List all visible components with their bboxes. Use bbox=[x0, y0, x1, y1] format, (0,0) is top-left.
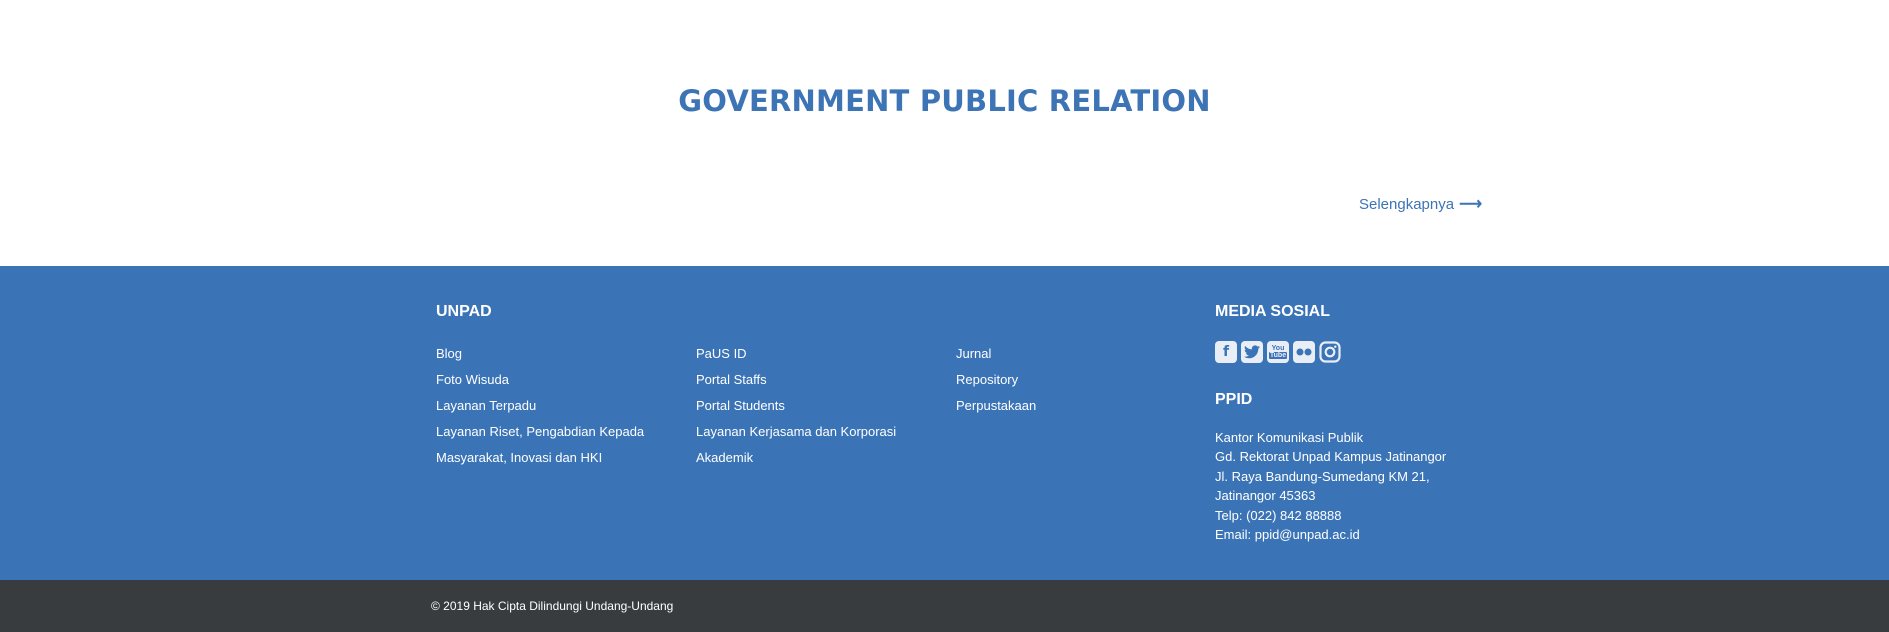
read-more-link[interactable]: Selengkapnya ⟶ bbox=[1359, 194, 1482, 214]
ppid-address-line: Gd. Rektorat Unpad Kampus Jatinangor bbox=[1215, 449, 1447, 464]
instagram-icon[interactable] bbox=[1319, 341, 1341, 363]
social-icons: f You Tube bbox=[1215, 341, 1341, 363]
footer-link-perpustakaan[interactable]: Perpustakaan bbox=[956, 398, 1036, 413]
copyright-bar: © 2019 Hak Cipta Dilindungi Undang-Undan… bbox=[0, 580, 1889, 632]
footer-link-blog[interactable]: Blog bbox=[436, 346, 462, 361]
footer-link-layanan-terpadu[interactable]: Layanan Terpadu bbox=[436, 398, 536, 413]
ppid-address-line: Jatinangor 45363 bbox=[1215, 488, 1316, 503]
footer-link-portal-staffs[interactable]: Portal Staffs bbox=[696, 372, 767, 387]
footer-heading-unpad: UNPAD bbox=[436, 303, 492, 320]
footer-link-repository[interactable]: Repository bbox=[956, 372, 1018, 387]
ppid-email[interactable]: Email: ppid@unpad.ac.id bbox=[1215, 527, 1360, 542]
section-title: GOVERNMENT PUBLIC RELATION bbox=[678, 84, 1211, 118]
ppid-address-line: Kantor Komunikasi Publik bbox=[1215, 430, 1364, 445]
footer-link-layanan-riset-cont[interactable]: Masyarakat, Inovasi dan HKI bbox=[436, 450, 602, 465]
footer-link-layanan-riset[interactable]: Layanan Riset, Pengabdian Kepada bbox=[436, 424, 644, 439]
ppid-phone: Telp: (022) 842 88888 bbox=[1215, 508, 1342, 523]
footer-heading-media-sosial: MEDIA SOSIAL bbox=[1215, 303, 1330, 320]
footer-link-kerjasama[interactable]: Layanan Kerjasama dan Korporasi bbox=[696, 424, 896, 439]
youtube-icon[interactable]: You Tube bbox=[1267, 341, 1289, 363]
read-more-label: Selengkapnya bbox=[1359, 195, 1455, 213]
footer: UNPAD Blog Foto Wisuda Layanan Terpadu L… bbox=[0, 266, 1889, 580]
arrow-right-icon: ⟶ bbox=[1459, 196, 1483, 213]
facebook-icon[interactable]: f bbox=[1215, 341, 1237, 363]
twitter-icon[interactable] bbox=[1241, 341, 1263, 363]
footer-heading-ppid: PPID bbox=[1215, 391, 1253, 408]
footer-link-foto-wisuda[interactable]: Foto Wisuda bbox=[436, 372, 509, 387]
copyright-text: © 2019 Hak Cipta Dilindungi Undang-Undan… bbox=[431, 599, 674, 613]
footer-link-jurnal[interactable]: Jurnal bbox=[956, 346, 991, 361]
flickr-icon[interactable] bbox=[1293, 341, 1315, 363]
ppid-address-line: Jl. Raya Bandung-Sumedang KM 21, bbox=[1215, 469, 1430, 484]
footer-link-portal-students[interactable]: Portal Students bbox=[696, 398, 785, 413]
content-section: GOVERNMENT PUBLIC RELATION Selengkapnya … bbox=[0, 0, 1889, 266]
footer-link-paus-id[interactable]: PaUS ID bbox=[696, 346, 747, 361]
footer-link-akademik[interactable]: Akademik bbox=[696, 450, 753, 465]
